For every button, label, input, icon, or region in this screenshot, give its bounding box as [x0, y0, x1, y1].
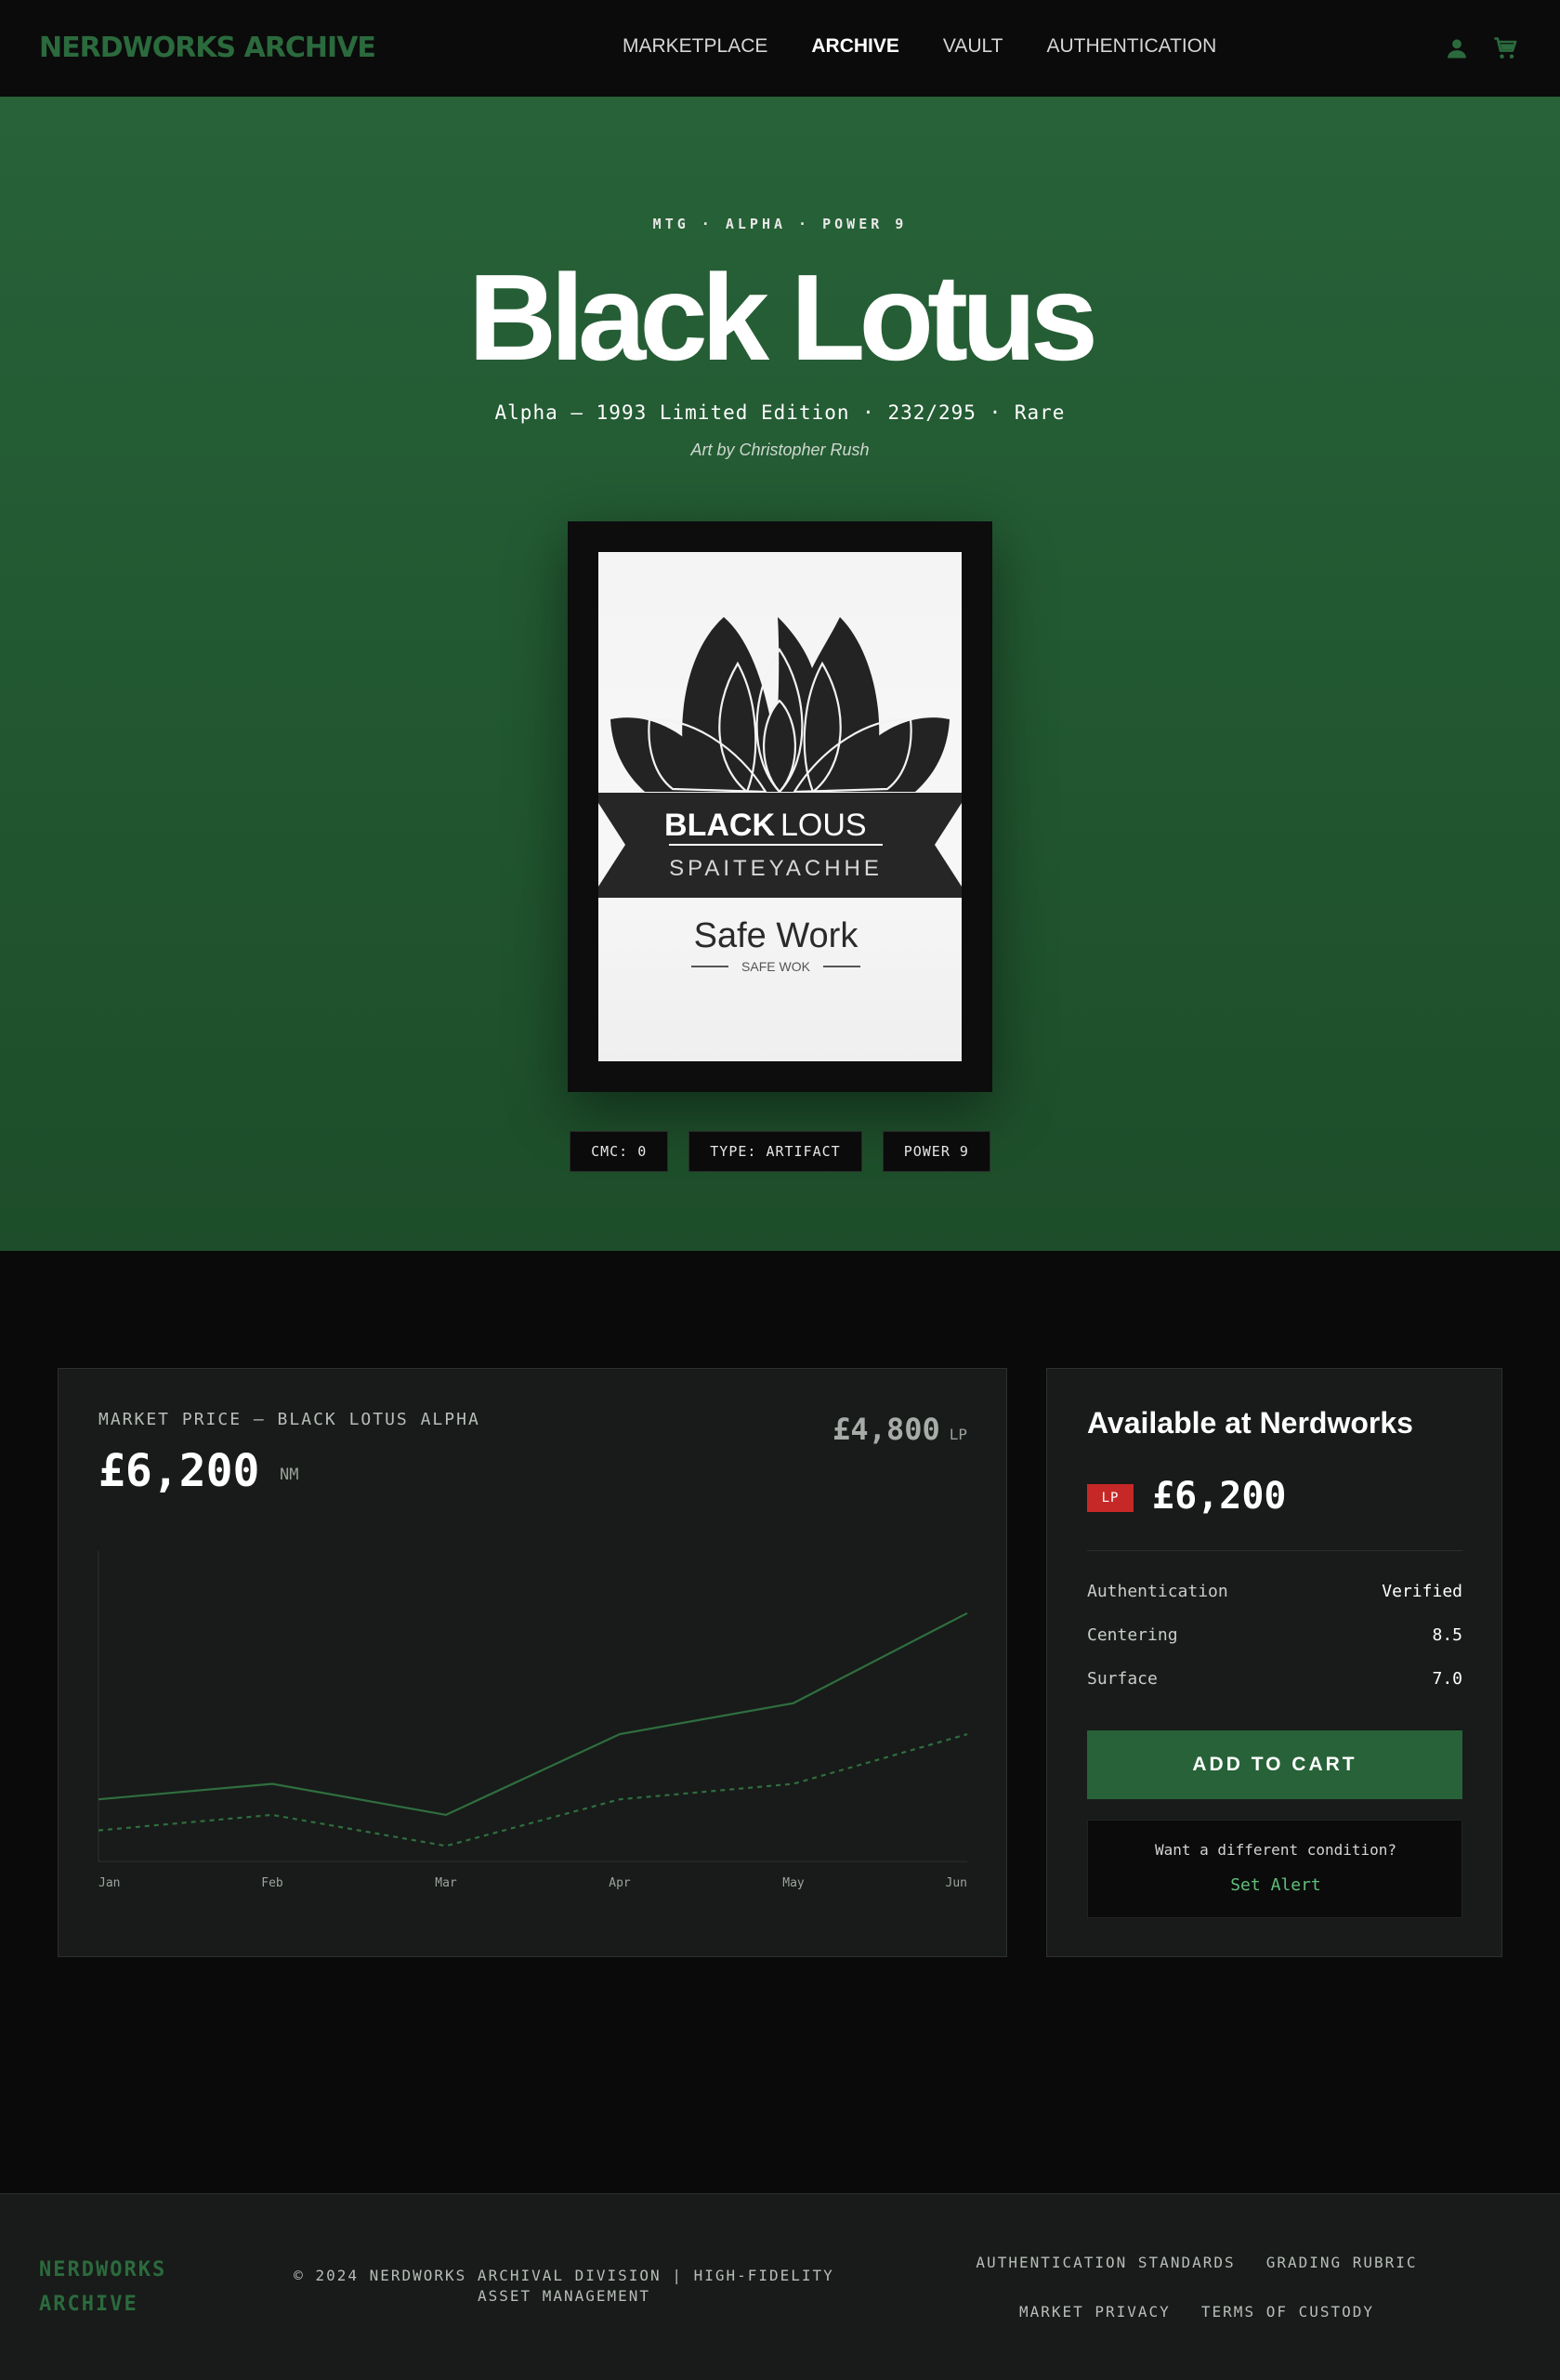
tag-type: TYPE: ARTIFACT: [688, 1131, 861, 1172]
market-price-panel: MARKET PRICE — BLACK LOTUS ALPHA £6,200 …: [58, 1368, 1007, 1957]
spec-label: Authentication: [1087, 1582, 1228, 1601]
alert-question: Want a different condition?: [1088, 1841, 1463, 1859]
tag-power: POWER 9: [883, 1131, 990, 1172]
chart-series-line-1: [98, 1734, 967, 1846]
footer-link-grading-rubric[interactable]: GRADING RUBRIC: [1266, 2254, 1418, 2271]
top-nav: NERDWORKS ARCHIVE MARKETPLACE ARCHIVE VA…: [0, 0, 1560, 98]
footer-copyright: © 2024 NERDWORKS ARCHIVAL DIVISION | HIG…: [271, 2266, 857, 2307]
spec-value: 7.0: [1432, 1669, 1462, 1689]
footer-links: AUTHENTICATION STANDARDS GRADING RUBRIC …: [890, 2254, 1503, 2352]
condition-alert-box: Want a different condition? Set Alert: [1087, 1820, 1462, 1918]
hero-section: MTG · ALPHA · POWER 9 Black Lotus Alpha …: [0, 97, 1560, 1251]
lotus-logo-illustration: BLACK LOUS SPAITEYACHHE Safe Work SAFE W…: [598, 552, 962, 1061]
nav-link-authentication[interactable]: AUTHENTICATION: [1046, 35, 1216, 58]
card-artwork: BLACK LOUS SPAITEYACHHE Safe Work SAFE W…: [598, 552, 962, 1061]
artist-credit: Art by Christopher Rush: [0, 440, 1560, 460]
cart-icon[interactable]: [1492, 35, 1518, 61]
footer-brand-line1: NERDWORKS: [39, 2253, 166, 2287]
chart-x-tick-label: May: [782, 1876, 805, 1890]
page-title: Black Lotus: [0, 256, 1560, 379]
nav-links: MARKETPLACE ARCHIVE VAULT AUTHENTICATION: [623, 35, 1260, 58]
card-category-eyebrow: MTG · ALPHA · POWER 9: [0, 216, 1560, 232]
brand-logo[interactable]: NERDWORKS ARCHIVE: [39, 32, 375, 64]
spec-value: Verified: [1382, 1582, 1462, 1601]
chart-x-tick-label: Feb: [261, 1876, 283, 1890]
chart-x-tick-label: Jan: [98, 1876, 120, 1890]
chart-x-tick-label: Jun: [946, 1876, 967, 1890]
svg-text:Safe Work: Safe Work: [694, 916, 859, 955]
availability-title: Available at Nerdworks: [1087, 1406, 1413, 1440]
nav-link-archive[interactable]: ARCHIVE: [811, 35, 899, 58]
site-footer: NERDWORKS ARCHIVE © 2024 NERDWORKS ARCHI…: [0, 2193, 1560, 2380]
chart-x-tick-label: Apr: [609, 1876, 631, 1890]
card-image-frame: BLACK LOUS SPAITEYACHHE Safe Work SAFE W…: [568, 521, 992, 1092]
spec-label: Surface: [1087, 1669, 1158, 1689]
account-icon[interactable]: [1444, 35, 1470, 61]
spec-row-surface: Surface 7.0: [1087, 1669, 1462, 1689]
card-attribute-tags: CMC: 0 TYPE: ARTIFACT POWER 9: [0, 1131, 1560, 1172]
nav-link-marketplace[interactable]: MARKETPLACE: [623, 35, 767, 58]
chart-series-line-0: [98, 1613, 967, 1815]
footer-link-terms-of-custody[interactable]: TERMS OF CUSTODY: [1201, 2303, 1374, 2321]
svg-text:BLACK: BLACK: [664, 808, 775, 843]
svg-text:LOUS: LOUS: [780, 808, 867, 843]
availability-panel: Available at Nerdworks LP £6,200 Authent…: [1046, 1368, 1502, 1957]
footer-brand-line2: ARCHIVE: [39, 2287, 166, 2321]
chart-x-tick-label: Mar: [435, 1876, 457, 1890]
spec-label: Centering: [1087, 1625, 1178, 1645]
spec-row-authentication: Authentication Verified: [1087, 1582, 1462, 1601]
footer-brand[interactable]: NERDWORKS ARCHIVE: [39, 2253, 166, 2321]
nav-link-vault[interactable]: VAULT: [943, 35, 1003, 58]
spec-row-centering: Centering 8.5: [1087, 1625, 1462, 1645]
condition-badge: LP: [1087, 1484, 1134, 1512]
add-to-cart-button[interactable]: ADD TO CART: [1087, 1730, 1462, 1799]
divider: [1087, 1550, 1462, 1551]
svg-text:SAFE WOK: SAFE WOK: [741, 959, 811, 974]
footer-link-authentication-standards[interactable]: AUTHENTICATION STANDARDS: [976, 2254, 1235, 2271]
set-alert-link[interactable]: Set Alert: [1088, 1875, 1463, 1895]
card-edition-subtitle: Alpha — 1993 Limited Edition · 232/295 ·…: [0, 401, 1560, 424]
availability-price: £6,200: [1152, 1475, 1287, 1518]
spec-value: 8.5: [1432, 1625, 1462, 1645]
price-history-chart: Jan Feb Mar Apr May Jun: [59, 1369, 1008, 1958]
svg-text:SPAITEYACHHE: SPAITEYACHHE: [669, 856, 883, 881]
footer-link-market-privacy[interactable]: MARKET PRIVACY: [1019, 2303, 1171, 2321]
tag-cmc: CMC: 0: [570, 1131, 668, 1172]
